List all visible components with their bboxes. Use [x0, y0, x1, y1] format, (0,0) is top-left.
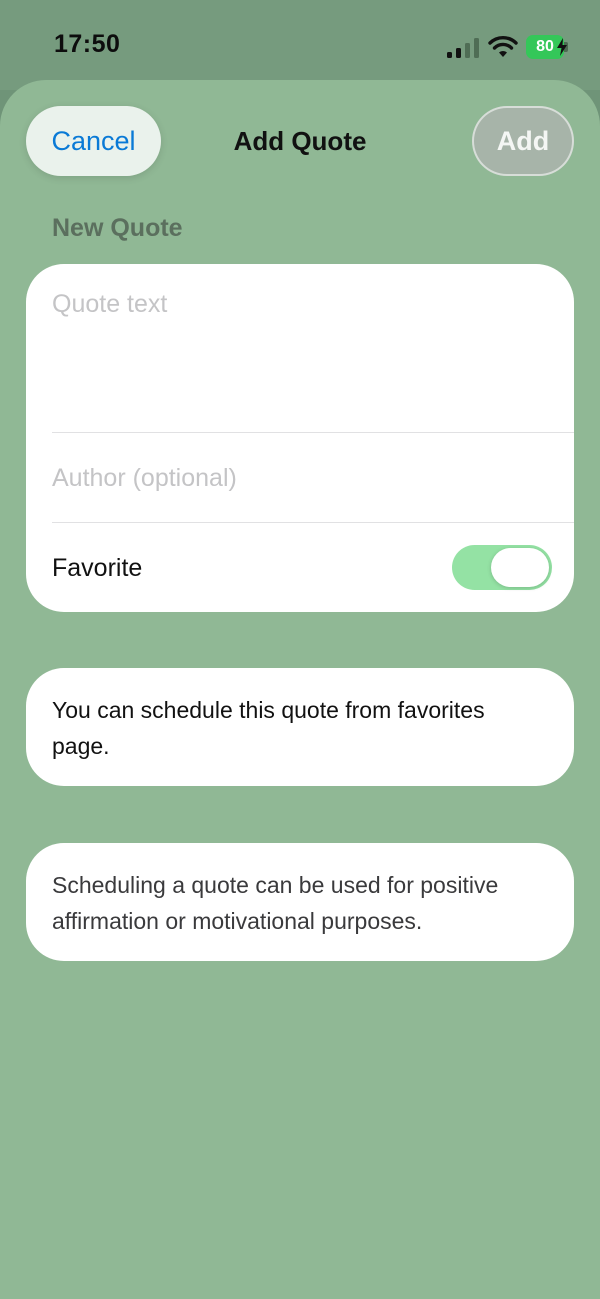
status-bar: 17:50 80	[0, 0, 600, 90]
add-button[interactable]: Add	[472, 106, 574, 176]
toggle-knob	[491, 548, 549, 587]
signal-icon	[447, 38, 479, 58]
section-header: New Quote	[52, 214, 183, 242]
wifi-icon	[488, 36, 518, 57]
schedule-info-card: You can schedule this quote from favorit…	[26, 668, 574, 786]
quote-form-card: Favorite	[26, 264, 574, 612]
divider	[52, 522, 574, 523]
quote-text-input[interactable]	[52, 290, 548, 430]
favorite-toggle[interactable]	[452, 545, 552, 590]
bolt-icon	[557, 38, 567, 56]
affirmation-note: Scheduling a quote can be used for posit…	[52, 872, 499, 934]
status-time: 17:50	[54, 30, 121, 58]
favorite-label: Favorite	[52, 554, 143, 582]
schedule-note: You can schedule this quote from favorit…	[52, 697, 485, 759]
affirmation-info-card: Scheduling a quote can be used for posit…	[26, 843, 574, 961]
divider	[52, 432, 574, 433]
author-input[interactable]	[52, 460, 548, 496]
